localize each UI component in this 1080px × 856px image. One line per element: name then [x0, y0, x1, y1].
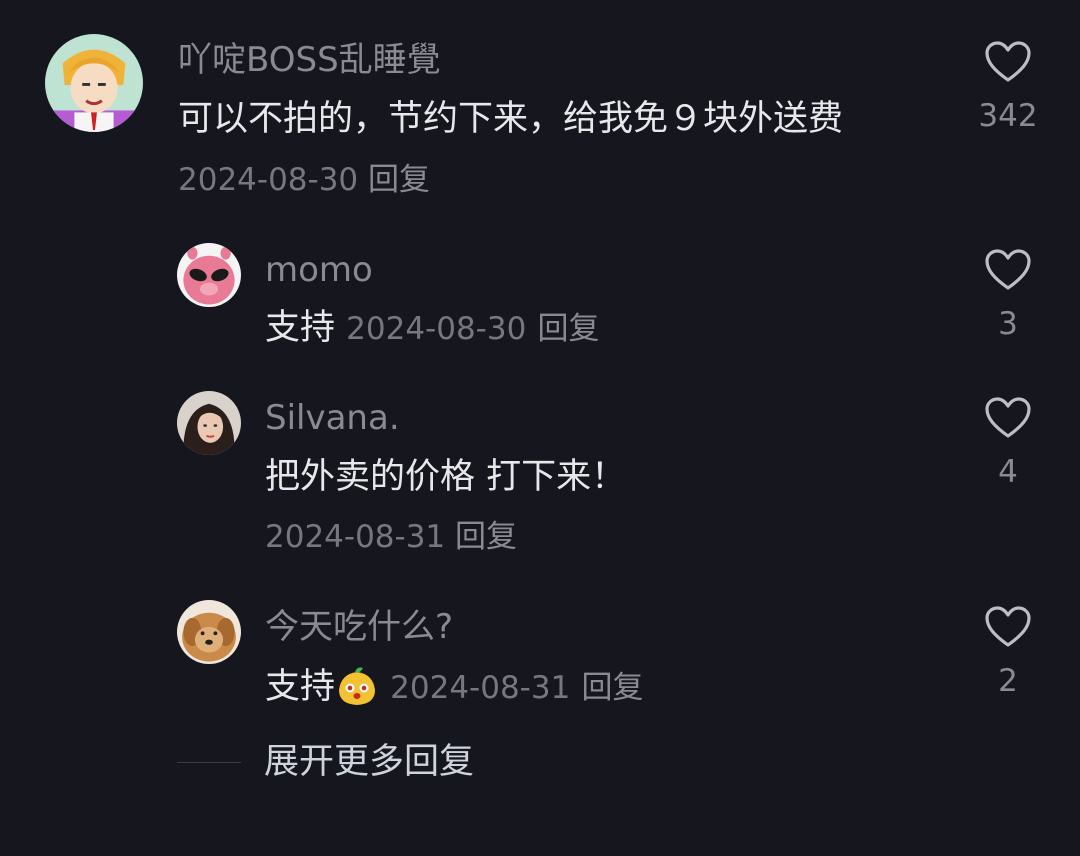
- reply-date: 2024-08-31: [390, 670, 571, 706]
- reply-text: 把外卖的价格 打下来！: [265, 457, 627, 497]
- reply-text: 支持: [265, 667, 336, 707]
- comment-text: 可以不拍的，节约下来，给我免９块外送费: [178, 99, 844, 139]
- pink-alien-avatar-icon: [177, 243, 241, 307]
- like-count: 2: [998, 663, 1018, 699]
- reply-username[interactable]: Silvana.: [265, 398, 400, 438]
- avatar[interactable]: [177, 391, 241, 455]
- heart-outline-icon: [985, 606, 1031, 647]
- reply-text: 支持: [265, 308, 336, 348]
- comment-date: 2024-08-30: [178, 162, 359, 198]
- reply-button[interactable]: 回复: [581, 670, 643, 706]
- like-count: 4: [998, 454, 1018, 490]
- heart-outline-icon: [985, 249, 1031, 290]
- heart-outline-icon: [985, 397, 1031, 438]
- expand-divider: [177, 762, 241, 763]
- reply-username[interactable]: 今天吃什么?: [265, 607, 453, 647]
- reply-date: 2024-08-30: [346, 311, 527, 347]
- reply-meta: 2024-08-31 回复: [265, 517, 517, 557]
- reply-date: 2024-08-31: [265, 519, 446, 555]
- comment-meta: 2024-08-30 回复: [178, 160, 430, 200]
- like-count: 3: [998, 306, 1018, 342]
- reply-button[interactable]: 回复: [368, 162, 430, 198]
- comment-username[interactable]: 吖啶BOSS乱睡覺: [178, 40, 441, 80]
- avatar[interactable]: [45, 34, 143, 132]
- comment-thread: 吖啶BOSS乱睡覺 可以不拍的，节约下来，给我免９块外送费 2024-08-30…: [0, 0, 1080, 856]
- reply-content: 支持 2024-08-30 回复: [265, 306, 599, 351]
- reply-button[interactable]: 回复: [455, 519, 517, 555]
- reply-username[interactable]: momo: [265, 250, 373, 290]
- avatar[interactable]: [177, 600, 241, 664]
- reply-content: 支持 2024-08-31 回复: [265, 664, 643, 710]
- avatar[interactable]: [177, 243, 241, 307]
- anime-boy-avatar-icon: [45, 34, 143, 132]
- mango-face-emoji-icon: [335, 664, 379, 708]
- reply-button[interactable]: 回复: [537, 311, 599, 347]
- golden-dog-avatar-icon: [177, 600, 241, 664]
- like-button[interactable]: 3: [958, 248, 1058, 342]
- heart-outline-icon: [985, 41, 1031, 82]
- expand-more-replies-button[interactable]: 展开更多回复: [264, 740, 474, 784]
- like-button[interactable]: 342: [958, 40, 1058, 134]
- woman-portrait-avatar-icon: [177, 391, 241, 455]
- like-button[interactable]: 2: [958, 605, 1058, 699]
- like-button[interactable]: 4: [958, 396, 1058, 490]
- like-count: 342: [978, 98, 1038, 134]
